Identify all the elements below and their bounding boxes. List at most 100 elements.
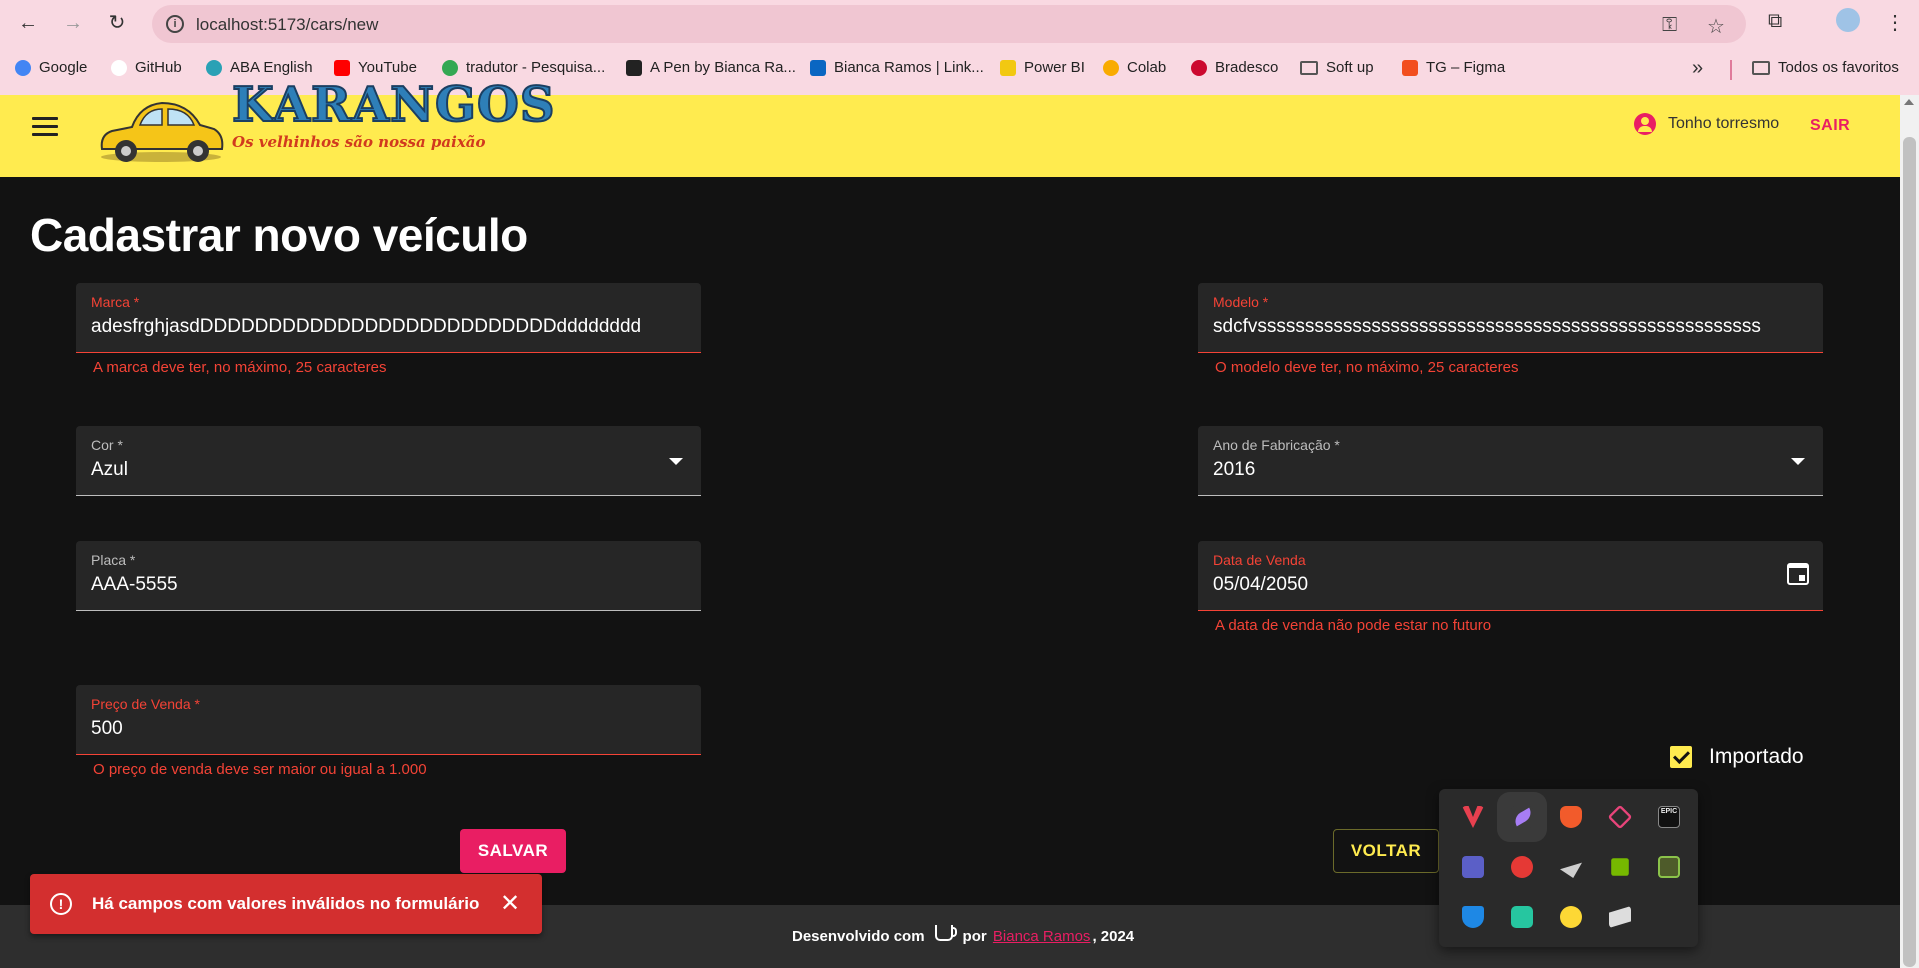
error-icon: ! [50, 893, 72, 915]
bookmark-item[interactable]: Bianca Ramos | Link... [810, 59, 984, 76]
bookmark-item[interactable]: TG – Figma [1402, 59, 1505, 76]
close-icon[interactable]: ✕ [500, 889, 520, 918]
cor-select[interactable]: Cor * Azul [76, 426, 701, 496]
marca-field[interactable]: Marca * adesfrghjasdDDDDDDDDDDDDDDDDDDDD… [76, 283, 701, 353]
app-header: KARANGOS Os velhinhos são nossa paixão T… [0, 77, 1900, 177]
colab-icon [1103, 59, 1119, 76]
forward-arrow-icon[interactable]: → [58, 10, 88, 36]
reload-icon[interactable]: ↻ [102, 10, 132, 36]
ano-label: Ano de Fabricação * [1213, 437, 1340, 453]
norton-tray-icon[interactable] [1560, 906, 1582, 928]
bookmark-item[interactable]: Colab [1103, 59, 1166, 76]
preco-field[interactable]: Preço de Venda * 500 [76, 685, 701, 755]
page-title: Cadastrar novo veículo [30, 209, 528, 261]
footer-by: por [962, 928, 987, 945]
bookmark-item[interactable]: tradutor - Pesquisa... [442, 59, 605, 76]
bookmark-item[interactable]: GitHub [111, 59, 182, 76]
modelo-field[interactable]: Modelo * sdcfvssssssssssssssssssssssssss… [1198, 283, 1823, 353]
snackbar-message: Há campos com valores inválidos no formu… [92, 894, 480, 913]
power-bi-icon [1000, 59, 1016, 76]
profile-avatar-icon[interactable] [1836, 8, 1860, 32]
feather-tray-icon[interactable] [1511, 806, 1535, 828]
page-scrollbar[interactable] [1900, 95, 1919, 968]
google-icon [15, 59, 31, 76]
menu-dots-icon[interactable]: ⋮ [1885, 10, 1905, 35]
footer-prefix: Desenvolvido com [792, 928, 925, 945]
hamburger-menu-icon[interactable] [32, 117, 58, 139]
address-bar[interactable]: i localhost:5173/cars/new ⚿ ☆ [152, 5, 1746, 43]
data-venda-input[interactable]: 05/04/2050 [1213, 574, 1808, 596]
logout-button[interactable]: SAIR [1810, 117, 1850, 135]
back-arrow-icon[interactable]: ← [13, 10, 43, 36]
placa-field[interactable]: Placa * AAA-5555 [76, 541, 701, 611]
preco-input[interactable]: 500 [91, 718, 686, 740]
codepen-icon [626, 59, 642, 76]
ano-select[interactable]: Ano de Fabricação * 2016 [1198, 426, 1823, 496]
bookmark-star-icon[interactable]: ☆ [1707, 14, 1725, 39]
system-tray-popup: EPIC [1439, 789, 1698, 947]
aba-english-icon [206, 59, 222, 76]
wallet-tray-icon[interactable] [1511, 906, 1533, 928]
save-button[interactable]: SALVAR [460, 829, 566, 873]
data-venda-field[interactable]: Data de Venda 05/04/2050 [1198, 541, 1823, 611]
extensions-icon[interactable]: ⧉ [1768, 10, 1782, 33]
bradesco-icon [1191, 59, 1207, 76]
modelo-error: O modelo deve ter, no máximo, 25 caracte… [1215, 359, 1519, 376]
password-key-icon[interactable]: ⚿ [1662, 14, 1677, 37]
ano-value: 2016 [1213, 459, 1256, 480]
gaming-tray-icon[interactable] [1609, 906, 1631, 928]
app-tray-icon[interactable] [1607, 804, 1633, 830]
bookmark-item[interactable]: A Pen by Bianca Ra... [626, 59, 796, 76]
placa-input[interactable]: AAA-5555 [91, 574, 686, 596]
account-circle-icon [1634, 113, 1656, 135]
coffee-icon [934, 924, 957, 941]
logo-text: KARANGOS [232, 77, 556, 125]
dropdown-arrow-icon[interactable] [1791, 458, 1805, 465]
valorant-tray-icon[interactable] [1462, 806, 1484, 828]
author-link[interactable]: Bianca Ramos [993, 928, 1091, 945]
placa-label: Placa * [91, 552, 136, 568]
linkedin-icon [810, 59, 826, 76]
recorder-tray-icon[interactable] [1511, 856, 1533, 878]
importado-label: Importado [1709, 745, 1804, 768]
calendar-icon[interactable] [1787, 563, 1809, 585]
defender-warning-tray-icon[interactable] [1462, 906, 1484, 928]
bookmark-item[interactable]: YouTube [334, 59, 417, 76]
modelo-input[interactable]: sdcfvsssssssssssssssssssssssssssssssssss… [1213, 316, 1808, 338]
folder-icon [1300, 60, 1318, 75]
dropdown-arrow-icon[interactable] [669, 458, 683, 465]
bookmark-item[interactable]: Soft up [1300, 59, 1374, 76]
nvidia-tray-icon[interactable] [1611, 858, 1629, 876]
plane-tray-icon[interactable] [1560, 862, 1582, 878]
bookmark-item[interactable]: Google [15, 59, 87, 76]
bookmark-item[interactable]: Power BI [1000, 59, 1085, 76]
scroll-thumb[interactable] [1903, 137, 1916, 967]
logo-tagline: Os velhinhos são nossa paixão [232, 133, 486, 151]
modelo-label: Modelo * [1213, 294, 1269, 310]
bookmark-item[interactable]: Bradesco [1191, 59, 1278, 76]
user-name: Tonho torresmo [1668, 115, 1780, 132]
user-info: Tonho torresmo [1634, 113, 1779, 135]
all-bookmarks-button[interactable]: Todos os favoritos [1752, 59, 1899, 76]
more-bookmarks-icon[interactable]: » [1692, 57, 1703, 80]
cor-value: Azul [91, 459, 128, 480]
teams-tray-icon[interactable] [1462, 856, 1484, 878]
back-button[interactable]: VOLTAR [1333, 829, 1439, 873]
data-venda-error: A data de venda não pode estar no futuro [1215, 617, 1492, 634]
site-info-icon[interactable]: i [166, 15, 184, 33]
footer-text: Desenvolvido com por Bianca Ramos , 2024 [792, 924, 1135, 945]
url-text: localhost:5173/cars/new [196, 15, 379, 34]
marca-input[interactable]: adesfrghjasdDDDDDDDDDDDDDDDDDDDDDDDDDDdd… [91, 316, 686, 338]
figma-icon [1402, 59, 1418, 76]
hardware-tray-icon[interactable] [1658, 856, 1680, 878]
importado-checkbox[interactable] [1670, 746, 1692, 768]
car-logo-icon [100, 101, 224, 162]
scroll-up-icon[interactable] [1904, 99, 1914, 105]
google-icon [442, 59, 458, 76]
brave-tray-icon[interactable] [1560, 806, 1582, 828]
bookmarks-divider [1730, 60, 1732, 80]
bookmark-item[interactable]: ABA English [206, 59, 313, 76]
epic-games-tray-icon[interactable]: EPIC [1658, 806, 1680, 828]
folder-icon [1752, 60, 1770, 75]
footer-year: , 2024 [1092, 928, 1135, 945]
